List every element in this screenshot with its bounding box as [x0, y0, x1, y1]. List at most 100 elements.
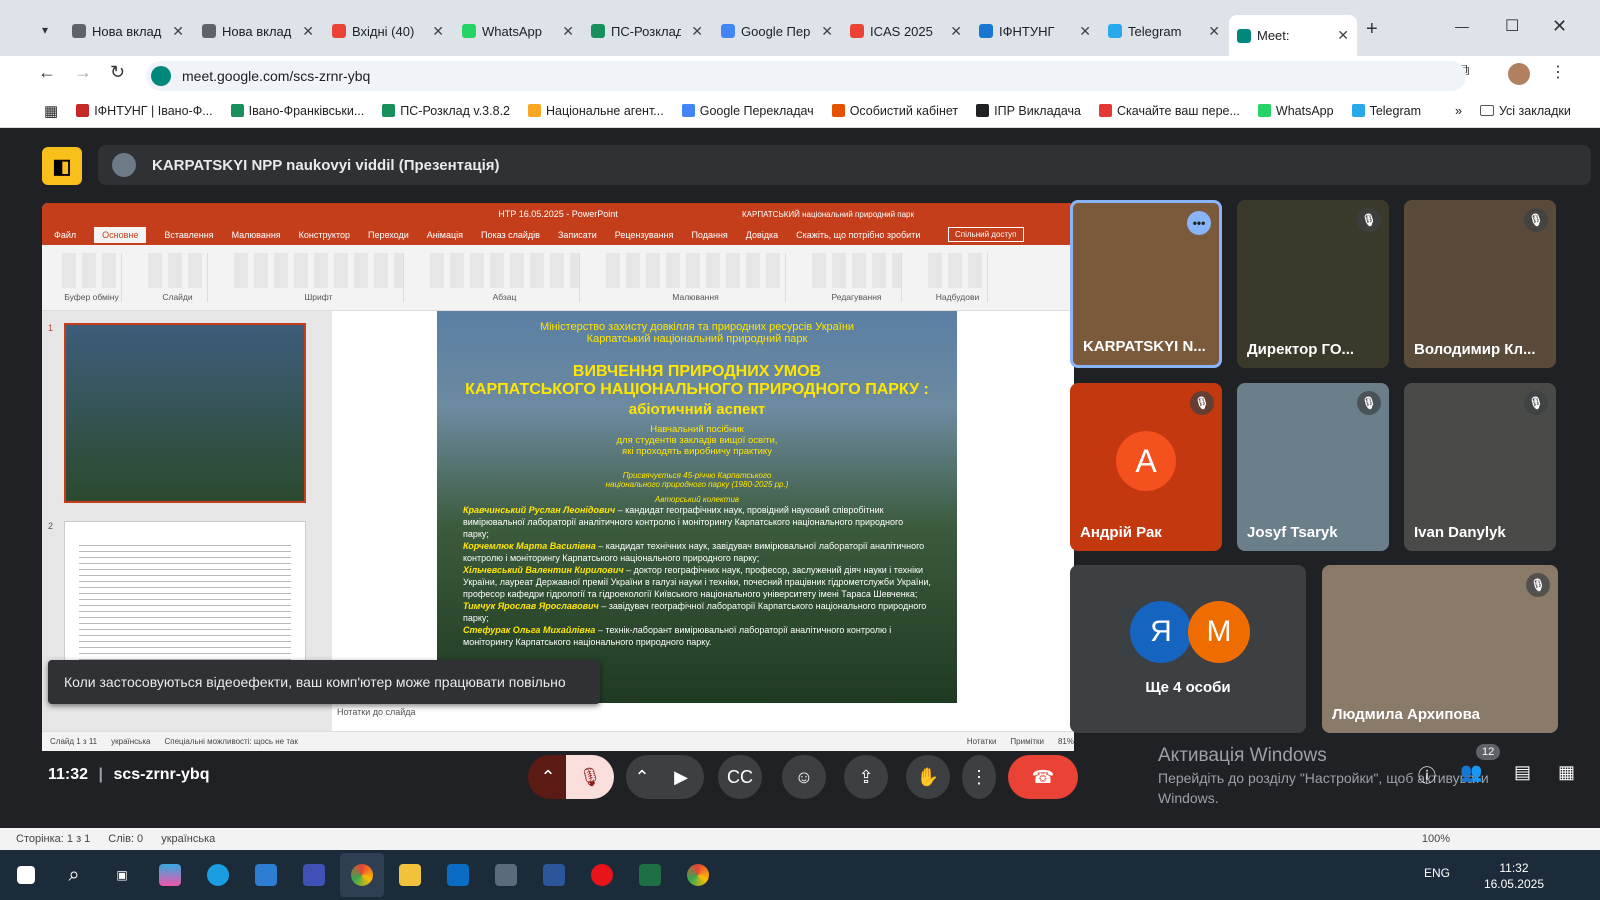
explorer-icon[interactable]: [388, 853, 432, 897]
start-icon[interactable]: [4, 853, 48, 897]
leave-call-button[interactable]: ☎: [1008, 755, 1078, 799]
word-icon[interactable]: [532, 853, 576, 897]
new-tab-button[interactable]: +: [1366, 18, 1378, 41]
tab-close-icon[interactable]: ✕: [821, 23, 833, 40]
participant-tile[interactable]: Josyf Tsaryk 🎙: [1237, 383, 1389, 551]
tab-close-icon[interactable]: ✕: [1208, 23, 1220, 40]
ppt-tab[interactable]: Вставлення: [164, 230, 213, 240]
browser-tab[interactable]: Вхідні (40) ✕: [324, 18, 452, 44]
meeting-info-icon[interactable]: ⓘ: [1418, 762, 1436, 788]
url-input[interactable]: meet.google.com/scs-zrnr-ybq: [146, 61, 1466, 91]
bookmark-item[interactable]: Скачайте ваш пере...: [1090, 104, 1249, 118]
activities-icon[interactable]: ▦: [1558, 762, 1575, 783]
tab-close-icon[interactable]: ✕: [302, 23, 314, 40]
task-view-icon[interactable]: ▣: [100, 853, 144, 897]
browser-tab[interactable]: Нова вкладка ✕: [64, 18, 192, 44]
ppt-tab[interactable]: Основне: [94, 227, 147, 243]
ppt-status-item[interactable]: 81%: [1058, 737, 1074, 746]
participant-tile[interactable]: А Андрій Рак 🎙: [1070, 383, 1222, 551]
browser-tab[interactable]: Telegram ✕: [1100, 18, 1228, 44]
chrome-icon-2[interactable]: [676, 853, 720, 897]
taskbar-clock[interactable]: 11:32 16.05.2025: [1484, 860, 1544, 892]
participant-tile[interactable]: KARPATSKYI N... •••: [1070, 200, 1222, 368]
tab-close-icon[interactable]: ✕: [172, 23, 184, 40]
edge-icon[interactable]: [196, 853, 240, 897]
copilot-icon[interactable]: [148, 853, 192, 897]
tab-close-icon[interactable]: ✕: [950, 23, 962, 40]
forward-icon[interactable]: →: [74, 62, 92, 83]
bookmark-item[interactable]: Особистий кабінет: [823, 104, 967, 118]
ppt-tab[interactable]: Конструктор: [299, 230, 350, 240]
profile-avatar[interactable]: [1508, 63, 1530, 85]
bookmark-item[interactable]: Google Перекладач: [673, 104, 823, 118]
ppt-status-item[interactable]: Примітки: [1010, 737, 1044, 746]
bookmark-item[interactable]: ІФНТУНГ | Івано-Ф...: [67, 104, 221, 118]
ribbon-controls[interactable]: [812, 253, 901, 288]
calculator-icon[interactable]: [484, 853, 528, 897]
maximize-button[interactable]: ☐: [1505, 16, 1519, 36]
bookmark-item[interactable]: WhatsApp: [1249, 104, 1343, 118]
tab-close-icon[interactable]: ✕: [1079, 23, 1091, 40]
ppt-tab[interactable]: Переходи: [368, 230, 409, 240]
outlook-icon[interactable]: [436, 853, 480, 897]
tab-close-icon[interactable]: ✕: [1337, 27, 1349, 44]
close-window-button[interactable]: ✕: [1552, 16, 1567, 37]
ppt-tab[interactable]: Довідка: [746, 230, 778, 240]
ppt-tab[interactable]: Файл: [54, 230, 76, 240]
chat-icon[interactable]: ▤: [1514, 762, 1531, 783]
ribbon-controls[interactable]: [234, 253, 403, 288]
slide-notes[interactable]: Нотатки до слайда: [337, 707, 416, 717]
ppt-tab[interactable]: Скажіть, що потрібно зробити: [796, 230, 920, 240]
present-button[interactable]: ⇪: [844, 755, 888, 799]
bookmark-item[interactable]: Івано-Франківськи...: [222, 104, 374, 118]
back-icon[interactable]: ←: [38, 62, 56, 83]
store-icon[interactable]: [244, 853, 288, 897]
chrome-icon[interactable]: [340, 853, 384, 897]
site-info-icon[interactable]: [151, 66, 171, 86]
participant-tile[interactable]: Я М Ще 4 особи: [1070, 565, 1306, 733]
tray-language[interactable]: ENG: [1424, 866, 1450, 880]
tab-close-icon[interactable]: ✕: [691, 23, 703, 40]
captions-button[interactable]: CC: [718, 755, 762, 799]
ppt-tab[interactable]: Рецензування: [615, 230, 674, 240]
minimize-button[interactable]: —: [1455, 18, 1469, 34]
emoji-button[interactable]: ☺: [782, 755, 826, 799]
participant-tile[interactable]: Володимир Кл... 🎙: [1404, 200, 1556, 368]
browser-tab[interactable]: ICAS 2025 ✕: [842, 18, 970, 44]
tab-search-button[interactable]: ▾: [32, 18, 58, 42]
more-bookmarks-icon[interactable]: »: [1446, 104, 1471, 118]
people-icon[interactable]: 👥: [1460, 762, 1482, 783]
ppt-tab[interactable]: Записати: [558, 230, 597, 240]
bookmark-item[interactable]: Telegram: [1343, 104, 1430, 118]
browser-tab[interactable]: WhatsApp ✕: [454, 18, 582, 44]
browser-tab[interactable]: Нова вкладка ✕: [194, 18, 322, 44]
ppt-tab[interactable]: Малювання: [232, 230, 281, 240]
more-options-icon[interactable]: •••: [1187, 211, 1211, 235]
tab-close-icon[interactable]: ✕: [562, 23, 574, 40]
all-bookmarks[interactable]: Усі закладки: [1471, 104, 1580, 118]
participant-tile[interactable]: Ivan Danylyk 🎙: [1404, 383, 1556, 551]
ppt-tab[interactable]: Анімація: [427, 230, 463, 240]
apps-icon[interactable]: ▦: [0, 102, 67, 120]
reload-icon[interactable]: ↻: [110, 62, 125, 83]
raise-hand-button[interactable]: ✋: [906, 755, 950, 799]
bookmark-item[interactable]: Національне агент...: [519, 104, 673, 118]
ppt-tab[interactable]: Подання: [691, 230, 727, 240]
excel-icon[interactable]: [628, 853, 672, 897]
ribbon-controls[interactable]: [430, 253, 579, 288]
ribbon-controls[interactable]: [606, 253, 785, 288]
ribbon-controls[interactable]: [148, 253, 207, 288]
camera-button[interactable]: ▶: [658, 755, 704, 799]
search-icon[interactable]: ⌕: [52, 853, 96, 897]
slide-thumbnail-1[interactable]: [64, 323, 306, 503]
ppt-share-button[interactable]: Спільний доступ: [948, 227, 1024, 242]
browser-tab[interactable]: ІФНТУНГ ✕: [971, 18, 1099, 44]
ribbon-controls[interactable]: [62, 253, 121, 288]
more-options-button[interactable]: ⋮: [962, 755, 996, 799]
bookmark-item[interactable]: ПС-Розклад v.3.8.2: [373, 104, 519, 118]
audio-options-button[interactable]: ⌃: [528, 755, 568, 799]
ribbon-controls[interactable]: [928, 253, 987, 288]
opera-icon[interactable]: [580, 853, 624, 897]
ppt-status-item[interactable]: Нотатки: [967, 737, 997, 746]
save-icon[interactable]: [292, 853, 336, 897]
